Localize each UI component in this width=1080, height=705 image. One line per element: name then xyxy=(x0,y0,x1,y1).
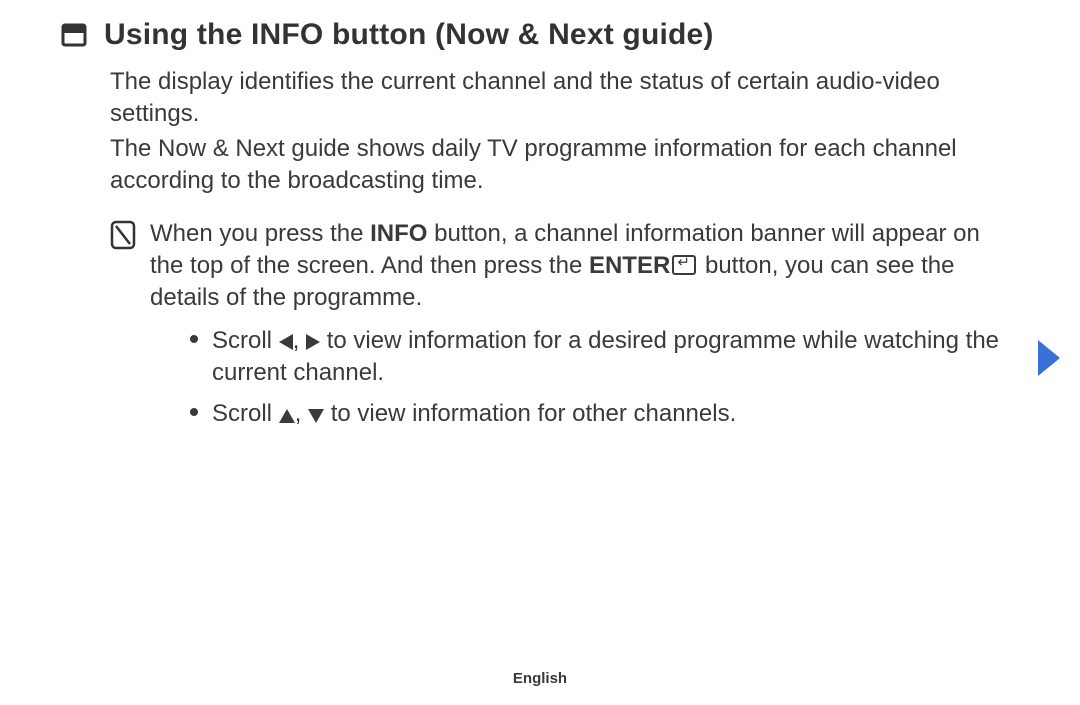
list-item: Scroll , to view information for a desir… xyxy=(190,325,1010,390)
next-page-arrow[interactable] xyxy=(1038,340,1060,376)
info-label: INFO xyxy=(370,220,427,247)
up-arrow-icon xyxy=(279,409,295,423)
bullet-2-text: Scroll , to view information for other c… xyxy=(212,398,736,430)
bullet-icon xyxy=(190,408,198,416)
comma-2: , xyxy=(295,400,308,427)
heading-row: Using the INFO button (Now & Next guide) xyxy=(60,18,1020,52)
list-item: Scroll , to view information for other c… xyxy=(190,398,1010,430)
bullet-list: Scroll , to view information for a desir… xyxy=(190,325,1010,430)
note-row: When you press the INFO button, a channe… xyxy=(110,218,1010,438)
comma-1: , xyxy=(293,327,306,354)
paragraph-1: The display identifies the current chann… xyxy=(110,66,1010,131)
enter-label: ENTER xyxy=(589,252,670,279)
b1-post: to view information for a desired progra… xyxy=(212,327,999,386)
note-icon xyxy=(110,220,136,250)
manual-page: Using the INFO button (Now & Next guide)… xyxy=(0,0,1080,705)
footer-language: English xyxy=(0,670,1080,687)
left-arrow-icon xyxy=(279,334,293,350)
enter-icon xyxy=(672,255,696,275)
bullet-icon xyxy=(190,335,198,343)
down-arrow-icon xyxy=(308,409,324,423)
section-bookmark-icon xyxy=(60,21,88,49)
body-block: The display identifies the current chann… xyxy=(110,66,1010,438)
note-pre: When you press the xyxy=(150,220,370,247)
b2-post: to view information for other channels. xyxy=(324,400,736,427)
note-text: When you press the INFO button, a channe… xyxy=(150,218,1010,438)
b1-pre: Scroll xyxy=(212,327,279,354)
bullet-1-text: Scroll , to view information for a desir… xyxy=(212,325,1010,390)
page-title: Using the INFO button (Now & Next guide) xyxy=(104,18,714,52)
b2-pre: Scroll xyxy=(212,400,279,427)
right-arrow-icon xyxy=(306,334,320,350)
paragraph-2: The Now & Next guide shows daily TV prog… xyxy=(110,133,1010,198)
